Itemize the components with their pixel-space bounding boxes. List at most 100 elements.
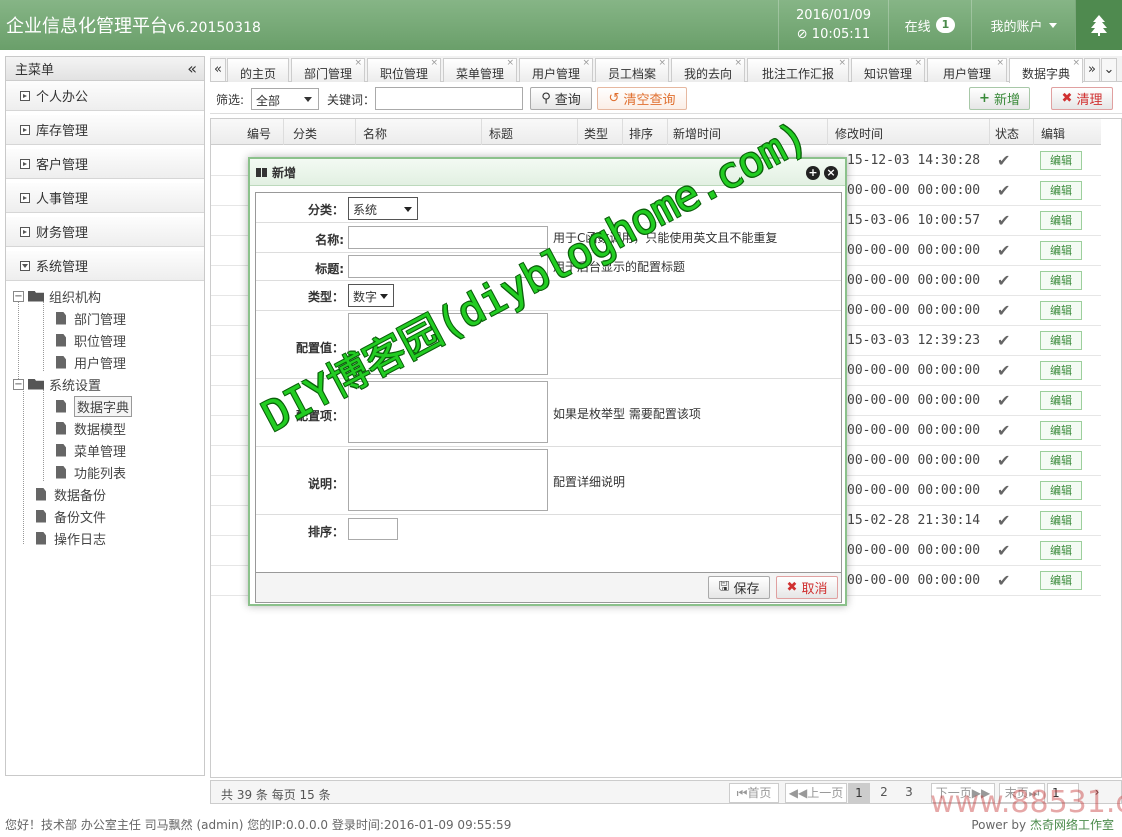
tree-node-backup-files[interactable]: 备份文件: [6, 505, 204, 527]
col-id[interactable]: 编号: [247, 125, 271, 142]
edit-button[interactable]: 编辑: [1040, 181, 1082, 200]
tab-knowledge[interactable]: 知识管理 ×: [851, 58, 925, 82]
edit-button[interactable]: 编辑: [1040, 511, 1082, 530]
col-modified[interactable]: 修改时间: [835, 125, 883, 142]
tab-whereabouts[interactable]: 我的去向 ×: [671, 58, 745, 82]
tab-dict[interactable]: 数据字典 ×: [1009, 58, 1083, 83]
edit-button[interactable]: 编辑: [1040, 271, 1082, 290]
cancel-button[interactable]: ✖ 取消: [776, 576, 838, 599]
tree-node-position[interactable]: 职位管理: [6, 329, 204, 351]
value-textarea[interactable]: [348, 313, 548, 375]
col-type[interactable]: 类型: [584, 125, 608, 142]
sidebar-item-personal[interactable]: 个人办公: [6, 81, 204, 111]
col-category[interactable]: 分类: [293, 125, 317, 142]
tab-label: 员工档案: [607, 67, 656, 81]
tab-scroll-left-icon[interactable]: «: [210, 58, 226, 82]
tab-scroll-right-icon[interactable]: »: [1084, 58, 1100, 82]
page-1-button[interactable]: 1: [848, 783, 870, 803]
filter-select[interactable]: 全部: [251, 88, 319, 110]
type-select[interactable]: 数字: [348, 284, 394, 307]
sidebar-item-customer[interactable]: 客户管理: [6, 149, 204, 179]
close-icon[interactable]: ×: [914, 59, 922, 68]
edit-button[interactable]: 编辑: [1040, 301, 1082, 320]
sort-spinner[interactable]: [348, 518, 398, 540]
search-button[interactable]: ⚲ 查询: [530, 87, 592, 110]
page-3-button[interactable]: 3: [898, 783, 920, 803]
name-input[interactable]: [348, 226, 548, 249]
category-select[interactable]: 系统: [348, 197, 418, 220]
tree-node-func[interactable]: 功能列表: [6, 461, 204, 483]
next-page-button[interactable]: 下一页▶▶: [931, 783, 995, 803]
edit-button[interactable]: 编辑: [1040, 571, 1082, 590]
close-icon[interactable]: ×: [354, 59, 362, 68]
close-icon[interactable]: ×: [658, 59, 666, 68]
title-input[interactable]: [348, 255, 548, 278]
edit-button[interactable]: 编辑: [1040, 421, 1082, 440]
tab-employee[interactable]: 员工档案 ×: [595, 58, 669, 82]
power-brand-link[interactable]: 杰奇网络工作室: [1030, 818, 1114, 832]
clean-button[interactable]: ✖ 清理: [1051, 87, 1113, 110]
tree-node-log[interactable]: 操作日志: [6, 527, 204, 549]
tree-node-backup[interactable]: 数据备份: [6, 483, 204, 505]
save-button[interactable]: 🖫 保存: [708, 576, 770, 599]
first-page-button[interactable]: ⏮首页: [729, 783, 779, 803]
online-users-button[interactable]: 在线 1: [888, 0, 971, 50]
close-icon[interactable]: ×: [582, 59, 590, 68]
tab-user[interactable]: 用户管理 ×: [519, 58, 593, 82]
items-textarea[interactable]: [348, 381, 548, 443]
tree-icon-button[interactable]: [1075, 0, 1122, 50]
col-status[interactable]: 状态: [995, 125, 1019, 142]
tree-node-dept[interactable]: 部门管理: [6, 307, 204, 329]
page-input[interactable]: 1: [1047, 783, 1079, 803]
collapse-icon[interactable]: «: [187, 59, 197, 78]
clear-search-button[interactable]: ↺ 清空查询: [597, 87, 687, 110]
tree-node-org[interactable]: − 组织机构: [6, 285, 204, 307]
col-name[interactable]: 名称: [363, 125, 387, 142]
close-icon[interactable]: ×: [1072, 59, 1080, 68]
tab-menu[interactable]: 菜单管理 ×: [443, 58, 517, 82]
desc-help: 配置详细说明: [553, 475, 626, 489]
close-icon[interactable]: ×: [824, 166, 838, 180]
col-created[interactable]: 新增时间: [673, 125, 721, 142]
last-page-button[interactable]: 末页⏭: [999, 783, 1045, 803]
edit-button[interactable]: 编辑: [1040, 331, 1082, 350]
edit-button[interactable]: 编辑: [1040, 151, 1082, 170]
sidebar-item-inventory[interactable]: 库存管理: [6, 115, 204, 145]
edit-button[interactable]: 编辑: [1040, 241, 1082, 260]
desc-textarea[interactable]: [348, 449, 548, 511]
edit-button[interactable]: 编辑: [1040, 451, 1082, 470]
edit-button[interactable]: 编辑: [1040, 361, 1082, 380]
tree-node-menu[interactable]: 菜单管理: [6, 439, 204, 461]
tree-node-dict[interactable]: 数据字典: [6, 395, 204, 417]
tab-dept[interactable]: 部门管理 ×: [291, 58, 365, 82]
edit-button[interactable]: 编辑: [1040, 541, 1082, 560]
tree-node-model[interactable]: 数据模型: [6, 417, 204, 439]
sidebar-item-finance[interactable]: 财务管理: [6, 217, 204, 247]
close-icon[interactable]: ×: [996, 59, 1004, 68]
close-icon[interactable]: ×: [506, 59, 514, 68]
tree-node-user[interactable]: 用户管理: [6, 351, 204, 373]
col-sort[interactable]: 排序: [629, 125, 653, 142]
close-icon[interactable]: ×: [734, 59, 742, 68]
tab-home[interactable]: 的主页: [227, 58, 289, 82]
sidebar-item-system[interactable]: 系统管理: [6, 251, 204, 281]
close-icon[interactable]: ×: [838, 59, 846, 68]
go-icon[interactable]: ›: [1087, 783, 1107, 803]
close-icon[interactable]: ×: [430, 59, 438, 68]
account-menu-button[interactable]: 我的账户: [971, 0, 1075, 50]
edit-button[interactable]: 编辑: [1040, 391, 1082, 410]
edit-button[interactable]: 编辑: [1040, 481, 1082, 500]
sidebar-item-hr[interactable]: 人事管理: [6, 183, 204, 213]
tab-user-2[interactable]: 用户管理 ×: [927, 58, 1007, 82]
tab-list-icon[interactable]: ⌄: [1101, 58, 1117, 82]
keyword-input[interactable]: [375, 87, 523, 110]
maximize-icon[interactable]: +: [806, 166, 820, 180]
edit-button[interactable]: 编辑: [1040, 211, 1082, 230]
add-button[interactable]: + 新增: [969, 87, 1030, 110]
tab-position[interactable]: 职位管理 ×: [367, 58, 441, 82]
tree-node-sys[interactable]: − 系统设置: [6, 373, 204, 395]
col-title[interactable]: 标题: [489, 125, 513, 142]
page-2-button[interactable]: 2: [873, 783, 895, 803]
prev-page-button[interactable]: ◀◀上一页: [785, 783, 847, 803]
tab-report[interactable]: 批注工作汇报 ×: [747, 58, 849, 82]
